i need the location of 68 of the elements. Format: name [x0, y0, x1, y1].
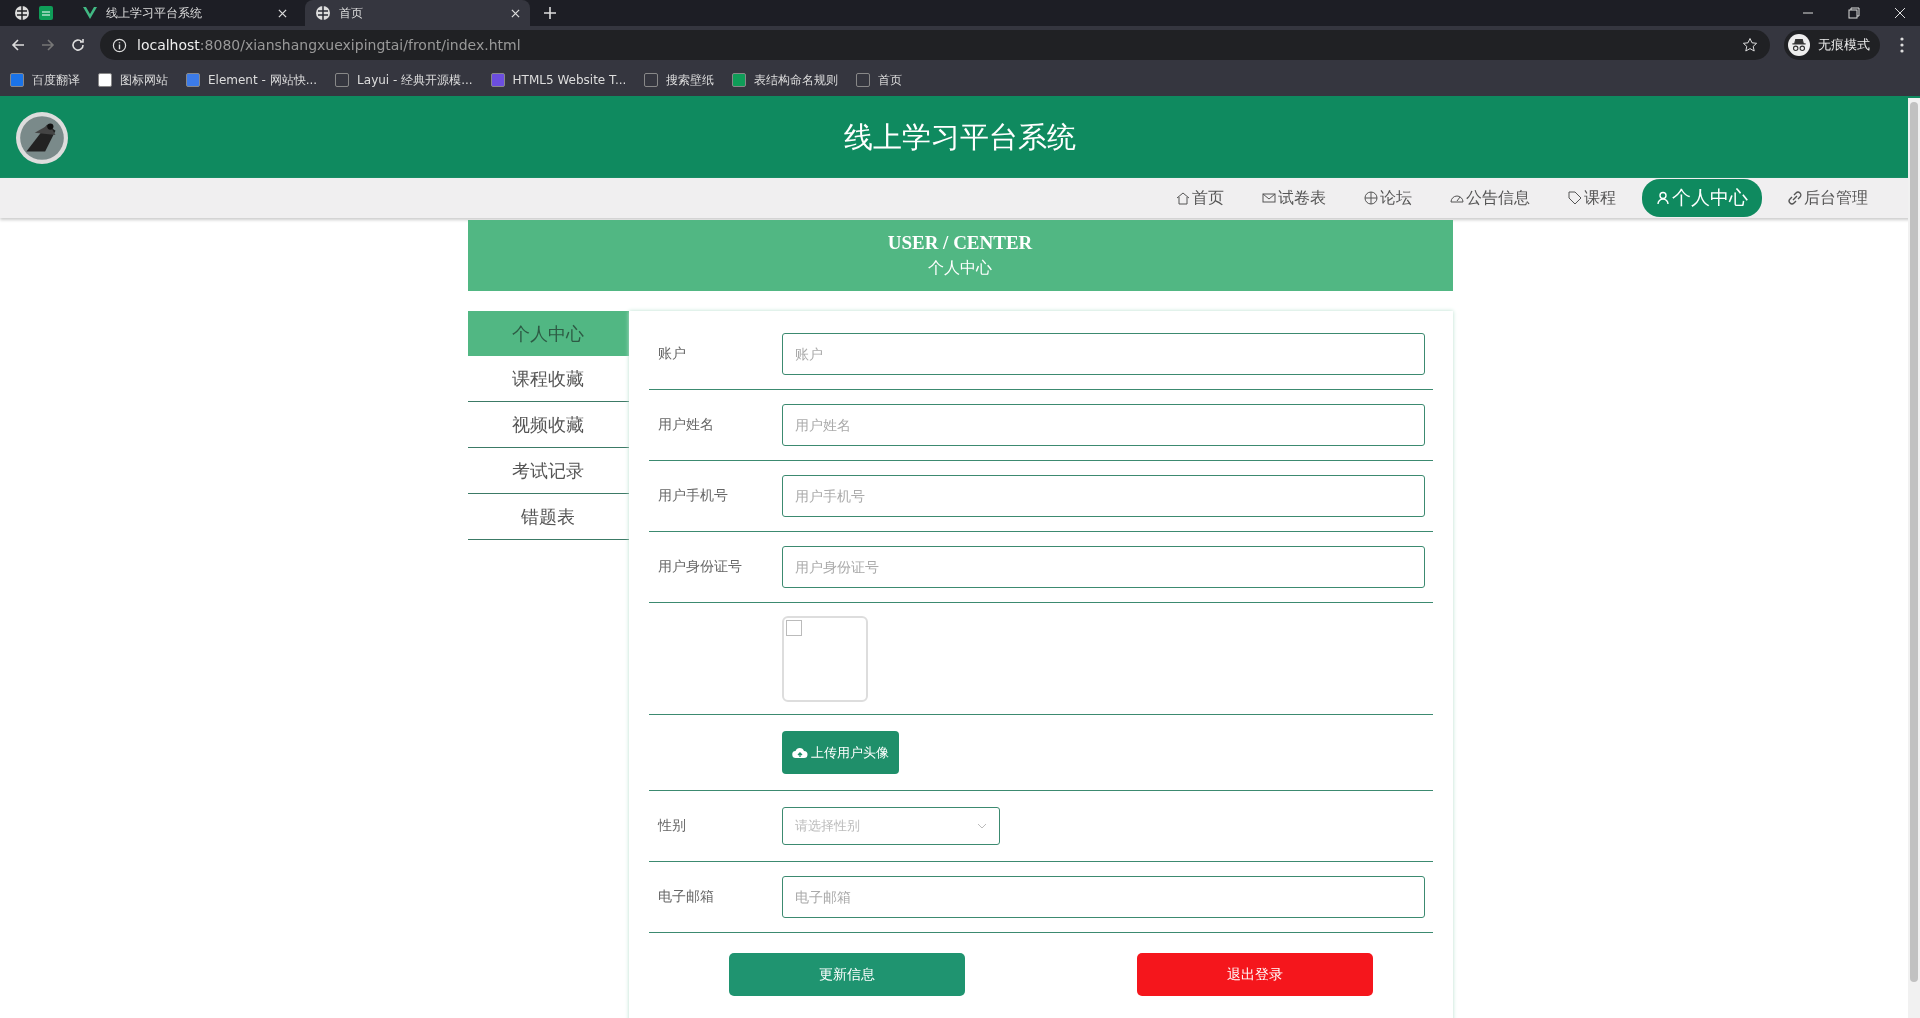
- mail-icon: [1262, 191, 1276, 205]
- bookmark[interactable]: Layui - 经典开源模...: [335, 71, 473, 89]
- nav-link[interactable]: 后台管理: [1776, 181, 1880, 215]
- new-tab-icon[interactable]: [544, 7, 556, 19]
- broken-image-icon: [785, 619, 802, 636]
- nav-link[interactable]: 个人中心: [1642, 179, 1762, 217]
- bookmark[interactable]: 搜索壁纸: [644, 71, 715, 89]
- url-text: localhost:8080/xianshangxuexipingtai/front/index.html: [137, 37, 522, 53]
- reload-icon[interactable]: [70, 37, 86, 53]
- person-icon: [1656, 191, 1670, 205]
- sidebar-item[interactable]: 错题表: [467, 494, 629, 540]
- field-label: 用户姓名: [657, 416, 715, 434]
- input-field[interactable]: 用户身份证号: [781, 546, 1425, 588]
- incognito-icon: [1788, 34, 1810, 56]
- field-label: 性别: [657, 817, 687, 835]
- bookmark[interactable]: 图标网站: [98, 71, 168, 89]
- field-label: 用户身份证号: [657, 558, 743, 576]
- star-icon[interactable]: [1742, 37, 1758, 53]
- globe-icon[interactable]: [14, 5, 30, 21]
- banner-title: USER / CENTER: [887, 232, 1033, 254]
- v-logo-icon: [82, 5, 98, 21]
- nav-link[interactable]: 论坛: [1352, 181, 1424, 215]
- restore-icon[interactable]: [1848, 7, 1860, 19]
- browser-tab[interactable]: 首页: [305, 0, 530, 26]
- field-label: 账户: [657, 345, 687, 363]
- address-bar[interactable]: localhost:8080/xianshangxuexipingtai/front/index.html: [100, 30, 1770, 60]
- site-title: 线上学习平台系统: [844, 119, 1076, 156]
- field-label: 电子邮箱: [657, 888, 715, 906]
- bookmark[interactable]: 首页: [856, 71, 903, 89]
- chevron-icon: [976, 823, 987, 829]
- close-icon[interactable]: [511, 8, 520, 18]
- input-field[interactable]: 账户: [781, 333, 1425, 375]
- globe-icon: [1364, 191, 1378, 205]
- banner-subtitle: 个人中心: [928, 258, 992, 279]
- sheet-icon[interactable]: [38, 5, 54, 21]
- bookmark[interactable]: 表结构命名规则: [732, 71, 839, 89]
- nav-link[interactable]: 课程: [1556, 181, 1628, 215]
- back-icon[interactable]: [10, 37, 26, 53]
- link-icon: [1788, 191, 1802, 205]
- update-button[interactable]: 更新信息: [728, 953, 965, 996]
- sidebar-item[interactable]: 视频收藏: [467, 402, 629, 448]
- tab-title: 首页: [339, 4, 364, 22]
- logout-button[interactable]: 退出登录: [1136, 953, 1373, 996]
- close-icon[interactable]: [278, 8, 287, 18]
- bookmark[interactable]: 百度翻译: [10, 71, 80, 89]
- home-icon: [1176, 191, 1190, 205]
- field-label: 用户手机号: [657, 487, 729, 505]
- forward-icon[interactable]: [40, 37, 56, 53]
- bookmark[interactable]: Element - 网站快...: [186, 71, 318, 89]
- sidebar-item[interactable]: 考试记录: [467, 448, 629, 494]
- nav-link[interactable]: 首页: [1164, 181, 1236, 215]
- upload-button[interactable]: 上传用户头像: [781, 731, 899, 774]
- nav-link[interactable]: 试卷表: [1250, 181, 1338, 215]
- tab-title: 线上学习平台系统: [106, 4, 203, 22]
- input-field[interactable]: 用户手机号: [781, 475, 1425, 517]
- globe-icon: [315, 5, 331, 21]
- browser-tab[interactable]: 线上学习平台系统: [72, 0, 297, 26]
- profile-button[interactable]: 无痕模式: [1784, 30, 1880, 60]
- scrollbar[interactable]: [1908, 98, 1920, 1018]
- input-field[interactable]: 用户姓名: [781, 404, 1425, 446]
- nav-link[interactable]: 公告信息: [1438, 181, 1542, 215]
- tag-icon: [1568, 191, 1582, 205]
- sidebar-item[interactable]: 课程收藏: [467, 356, 629, 402]
- bookmark[interactable]: HTML5 Website T...: [490, 73, 627, 87]
- upload-cloud-icon: [791, 746, 808, 759]
- close-icon[interactable]: [1894, 7, 1906, 19]
- input-field[interactable]: 电子邮箱: [781, 876, 1425, 918]
- info-icon: [112, 37, 127, 53]
